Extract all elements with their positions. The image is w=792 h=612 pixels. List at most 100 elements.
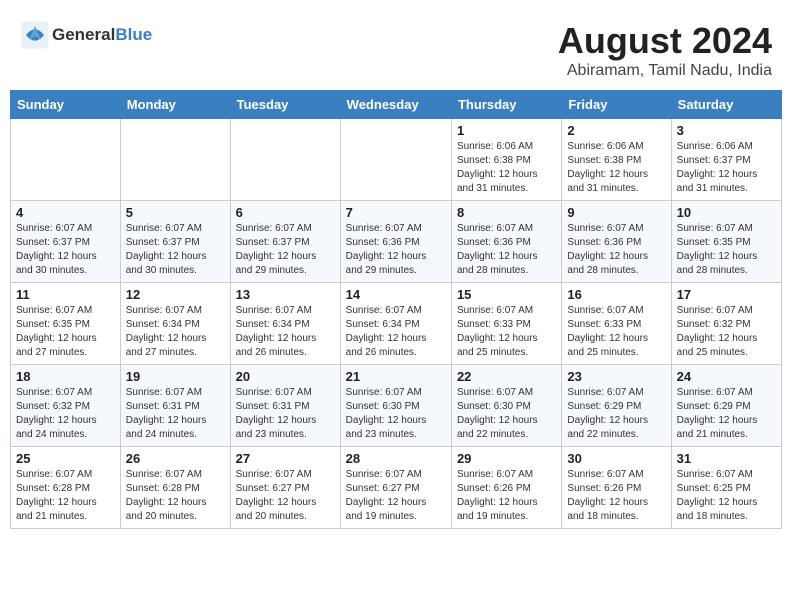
sub-title: Abiramam, Tamil Nadu, India (558, 62, 772, 80)
day-info: Sunrise: 6:07 AM Sunset: 6:28 PM Dayligh… (126, 468, 225, 524)
day-cell-10: 10 Sunrise: 6:07 AM Sunset: 6:35 PM Dayli… (671, 201, 781, 283)
week-row-4: 18 Sunrise: 6:07 AM Sunset: 6:32 PM Dayli… (11, 365, 782, 447)
day-info: Sunrise: 6:07 AM Sunset: 6:27 PM Dayligh… (346, 468, 446, 524)
day-cell-21: 21 Sunrise: 6:07 AM Sunset: 6:30 PM Dayli… (340, 365, 451, 447)
day-number: 26 (126, 451, 225, 466)
day-number: 1 (457, 123, 556, 138)
day-cell-15: 15Sunrise: 6:07 AM Sunset: 6:33 PM Dayli… (451, 283, 561, 365)
week-row-2: 4 Sunrise: 6:07 AM Sunset: 6:37 PM Daylig… (11, 201, 782, 283)
day-number: 17 (677, 287, 776, 302)
day-number: 2 (567, 123, 665, 138)
day-info: Sunrise: 6:06 AM Sunset: 6:38 PM Dayligh… (457, 140, 556, 196)
day-number: 23 (567, 369, 665, 384)
day-cell-2: 2 Sunrise: 6:06 AM Sunset: 6:38 PM Daylig… (562, 119, 671, 201)
title-area: August 2024 Abiramam, Tamil Nadu, India (558, 20, 772, 80)
day-cell-26: 26 Sunrise: 6:07 AM Sunset: 6:28 PM Dayli… (120, 447, 230, 529)
day-info: Sunrise: 6:07 AM Sunset: 6:31 PM Dayligh… (236, 386, 335, 442)
day-cell-19: 19 Sunrise: 6:07 AM Sunset: 6:31 PM Dayli… (120, 365, 230, 447)
weekday-header-wednesday: Wednesday (340, 91, 451, 119)
day-number: 6 (236, 205, 335, 220)
day-info: Sunrise: 6:06 AM Sunset: 6:37 PM Dayligh… (677, 140, 776, 196)
weekday-header-thursday: Thursday (451, 91, 561, 119)
day-info: Sunrise: 6:07 AM Sunset: 6:34 PM Dayligh… (126, 304, 225, 360)
header: GeneralBlue August 2024 Abiramam, Tamil … (10, 10, 782, 85)
day-cell-23: 23 Sunrise: 6:07 AM Sunset: 6:29 PM Dayli… (562, 365, 671, 447)
week-row-3: 11 Sunrise: 6:07 AM Sunset: 6:35 PM Dayli… (11, 283, 782, 365)
day-number: 29 (457, 451, 556, 466)
day-number: 10 (677, 205, 776, 220)
day-info: Sunrise: 6:07 AM Sunset: 6:35 PM Dayligh… (677, 222, 776, 278)
day-info: Sunrise: 6:07 AM Sunset: 6:29 PM Dayligh… (677, 386, 776, 442)
logo: GeneralBlue (20, 20, 152, 50)
day-number: 28 (346, 451, 446, 466)
weekday-header-sunday: Sunday (11, 91, 121, 119)
day-info: Sunrise: 6:07 AM Sunset: 6:32 PM Dayligh… (677, 304, 776, 360)
general-blue-icon (20, 20, 50, 50)
day-cell-6: 6Sunrise: 6:07 AM Sunset: 6:37 PM Daylig… (230, 201, 340, 283)
day-number: 7 (346, 205, 446, 220)
weekday-header-saturday: Saturday (671, 91, 781, 119)
day-number: 30 (567, 451, 665, 466)
day-cell-3: 3Sunrise: 6:06 AM Sunset: 6:37 PM Daylig… (671, 119, 781, 201)
day-number: 11 (16, 287, 115, 302)
empty-cell (230, 119, 340, 201)
day-number: 21 (346, 369, 446, 384)
empty-cell (11, 119, 121, 201)
week-row-5: 25 Sunrise: 6:07 AM Sunset: 6:28 PM Dayli… (11, 447, 782, 529)
day-cell-20: 20 Sunrise: 6:07 AM Sunset: 6:31 PM Dayli… (230, 365, 340, 447)
day-info: Sunrise: 6:07 AM Sunset: 6:30 PM Dayligh… (346, 386, 446, 442)
day-cell-24: 24 Sunrise: 6:07 AM Sunset: 6:29 PM Dayli… (671, 365, 781, 447)
day-number: 19 (126, 369, 225, 384)
day-info: Sunrise: 6:07 AM Sunset: 6:37 PM Dayligh… (126, 222, 225, 278)
day-number: 9 (567, 205, 665, 220)
day-cell-28: 28 Sunrise: 6:07 AM Sunset: 6:27 PM Dayli… (340, 447, 451, 529)
day-number: 18 (16, 369, 115, 384)
day-info: Sunrise: 6:07 AM Sunset: 6:31 PM Dayligh… (126, 386, 225, 442)
weekday-header-friday: Friday (562, 91, 671, 119)
day-info: Sunrise: 6:07 AM Sunset: 6:33 PM Dayligh… (567, 304, 665, 360)
day-number: 14 (346, 287, 446, 302)
day-cell-29: 29 Sunrise: 6:07 AM Sunset: 6:26 PM Dayli… (451, 447, 561, 529)
day-number: 16 (567, 287, 665, 302)
day-cell-14: 14Sunrise: 6:07 AM Sunset: 6:34 PM Dayli… (340, 283, 451, 365)
day-info: Sunrise: 6:07 AM Sunset: 6:33 PM Dayligh… (457, 304, 556, 360)
weekday-header-tuesday: Tuesday (230, 91, 340, 119)
logo-general-text: General (52, 25, 115, 44)
day-cell-7: 7 Sunrise: 6:07 AM Sunset: 6:36 PM Daylig… (340, 201, 451, 283)
day-number: 22 (457, 369, 556, 384)
day-info: Sunrise: 6:07 AM Sunset: 6:29 PM Dayligh… (567, 386, 665, 442)
day-number: 31 (677, 451, 776, 466)
day-number: 20 (236, 369, 335, 384)
day-info: Sunrise: 6:07 AM Sunset: 6:36 PM Dayligh… (346, 222, 446, 278)
day-info: Sunrise: 6:07 AM Sunset: 6:37 PM Dayligh… (16, 222, 115, 278)
day-cell-17: 17 Sunrise: 6:07 AM Sunset: 6:32 PM Dayli… (671, 283, 781, 365)
day-info: Sunrise: 6:07 AM Sunset: 6:36 PM Dayligh… (567, 222, 665, 278)
day-info: Sunrise: 6:07 AM Sunset: 6:36 PM Dayligh… (457, 222, 556, 278)
day-info: Sunrise: 6:07 AM Sunset: 6:26 PM Dayligh… (567, 468, 665, 524)
day-cell-13: 13Sunrise: 6:07 AM Sunset: 6:34 PM Dayli… (230, 283, 340, 365)
day-info: Sunrise: 6:06 AM Sunset: 6:38 PM Dayligh… (567, 140, 665, 196)
day-cell-12: 12 Sunrise: 6:07 AM Sunset: 6:34 PM Dayli… (120, 283, 230, 365)
day-cell-30: 30 Sunrise: 6:07 AM Sunset: 6:26 PM Dayli… (562, 447, 671, 529)
calendar-table: SundayMondayTuesdayWednesdayThursdayFrid… (10, 90, 782, 529)
day-cell-22: 22 Sunrise: 6:07 AM Sunset: 6:30 PM Dayli… (451, 365, 561, 447)
main-title: August 2024 (558, 20, 772, 62)
day-info: Sunrise: 6:07 AM Sunset: 6:27 PM Dayligh… (236, 468, 335, 524)
day-info: Sunrise: 6:07 AM Sunset: 6:26 PM Dayligh… (457, 468, 556, 524)
day-cell-18: 18 Sunrise: 6:07 AM Sunset: 6:32 PM Dayli… (11, 365, 121, 447)
day-number: 4 (16, 205, 115, 220)
day-cell-8: 8Sunrise: 6:07 AM Sunset: 6:36 PM Daylig… (451, 201, 561, 283)
weekday-header-monday: Monday (120, 91, 230, 119)
empty-cell (340, 119, 451, 201)
day-number: 13 (236, 287, 335, 302)
day-info: Sunrise: 6:07 AM Sunset: 6:30 PM Dayligh… (457, 386, 556, 442)
week-row-1: 1 Sunrise: 6:06 AM Sunset: 6:38 PM Daylig… (11, 119, 782, 201)
day-info: Sunrise: 6:07 AM Sunset: 6:32 PM Dayligh… (16, 386, 115, 442)
day-info: Sunrise: 6:07 AM Sunset: 6:28 PM Dayligh… (16, 468, 115, 524)
day-number: 12 (126, 287, 225, 302)
day-cell-16: 16 Sunrise: 6:07 AM Sunset: 6:33 PM Dayli… (562, 283, 671, 365)
day-number: 24 (677, 369, 776, 384)
day-number: 5 (126, 205, 225, 220)
day-number: 25 (16, 451, 115, 466)
day-info: Sunrise: 6:07 AM Sunset: 6:35 PM Dayligh… (16, 304, 115, 360)
